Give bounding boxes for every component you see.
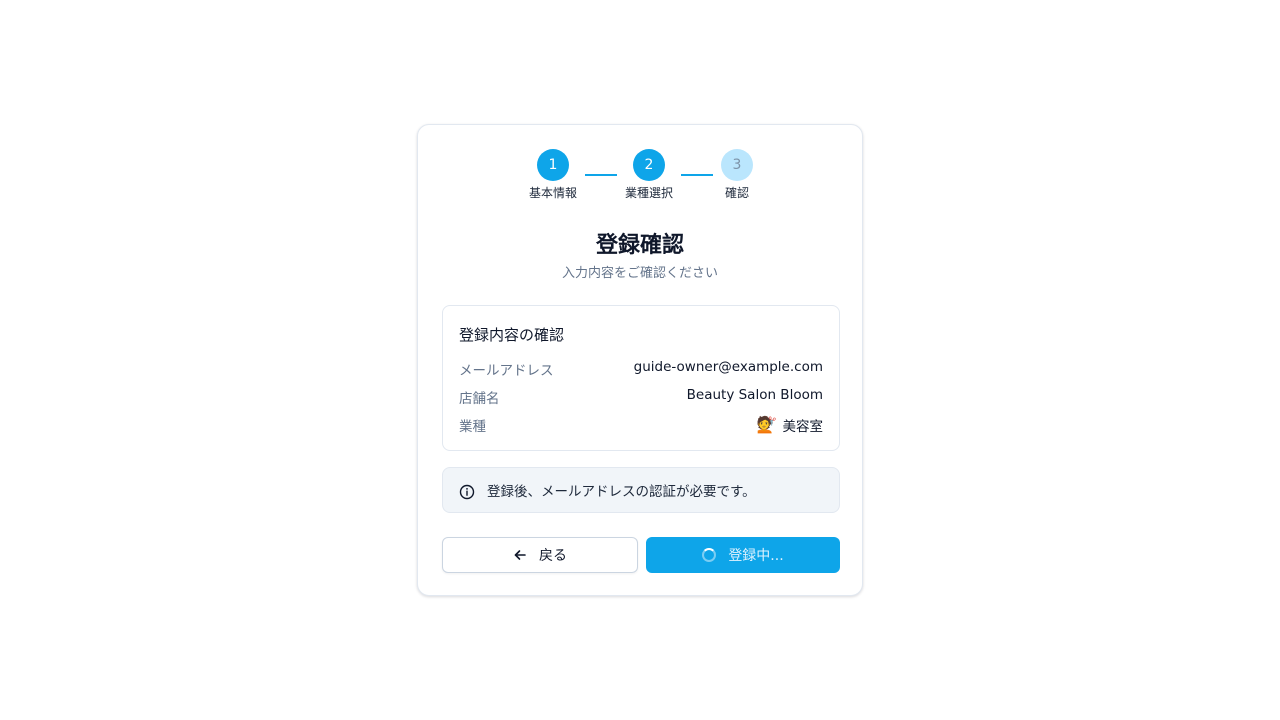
summary-value-store-name: Beauty Salon Bloom [686, 387, 823, 403]
step-connector-2 [681, 174, 713, 176]
notice-text: 登録後、メールアドレスの認証が必要です。 [487, 484, 756, 500]
summary-panel: 登録内容の確認 メールアドレス guide-owner@example.com … [442, 305, 840, 451]
step-1-label: 基本情報 [528, 186, 577, 200]
back-button[interactable]: 戻る [442, 537, 638, 573]
step-3-number: 3 [732, 157, 742, 173]
summary-heading: 登録内容の確認 [459, 326, 565, 344]
step-connector-1 [585, 174, 617, 176]
step-1-circle: 1 [537, 149, 569, 181]
summary-row-email: メールアドレス guide-owner@example.com [459, 359, 823, 379]
summary-label-industry: 業種 [459, 419, 486, 435]
page-title: 登録確認 [595, 233, 684, 258]
summary-value-industry: 💇 美容室 [756, 415, 824, 436]
step-3-circle: 3 [721, 149, 753, 181]
info-notice: 登録後、メールアドレスの認証が必要です。 [442, 467, 840, 513]
arrow-left-icon [514, 550, 526, 560]
submit-button[interactable]: 登録中... [646, 537, 840, 573]
spinner-icon [702, 548, 717, 562]
page-subtitle: 入力内容をご確認ください [561, 266, 718, 281]
step-3-label: 確認 [724, 186, 749, 200]
summary-value-email: guide-owner@example.com [633, 359, 823, 375]
summary-row-industry: 業種 💇 美容室 [459, 415, 824, 436]
step-1-number: 1 [548, 157, 558, 173]
stepper: 1 基本情報 2 業種選択 3 確認 [418, 125, 862, 215]
summary-value-industry-text: 美容室 [782, 419, 824, 435]
back-button-label: 戻る [539, 548, 567, 564]
summary-label-email: メールアドレス [459, 363, 554, 379]
registration-card: 1 基本情報 2 業種選択 3 確認 登録確認 入力内容をご確認ください 登録内… [417, 124, 863, 596]
step-2-circle: 2 [633, 149, 665, 181]
step-2-number: 2 [644, 157, 654, 173]
step-2-label: 業種選択 [624, 186, 673, 200]
submit-button-label: 登録中... [728, 548, 784, 564]
info-icon [459, 484, 475, 500]
hairdresser-icon: 💇 [756, 415, 777, 434]
summary-row-store-name: 店舗名 Beauty Salon Bloom [459, 387, 823, 407]
summary-label-store-name: 店舗名 [459, 391, 500, 407]
